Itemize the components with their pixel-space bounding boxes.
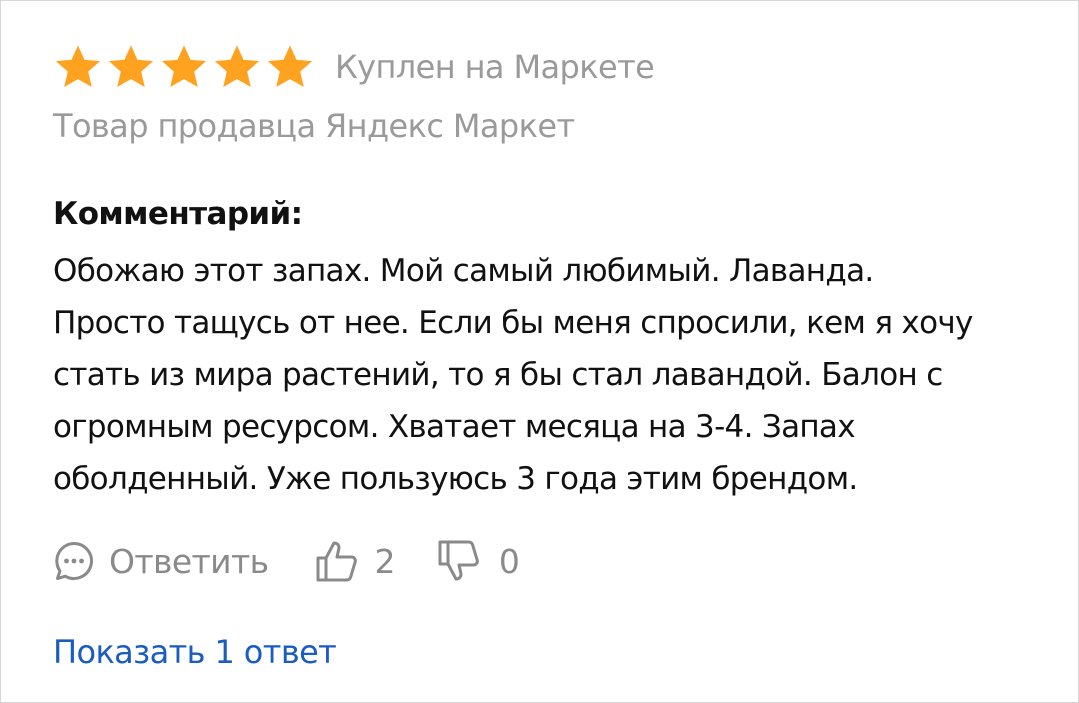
comment-line: Обожаю этот запах. Мой самый любимый. Ла… [53, 253, 874, 289]
bought-on-market-label: Куплен на Маркете [335, 48, 655, 86]
comment-text: Обожаю этот запах. Мой самый любимый. Ла… [53, 245, 1043, 505]
star-icon [214, 45, 260, 87]
dislike-button[interactable]: 0 [437, 539, 520, 583]
seller-label: Товар продавца Яндекс Маркет [53, 107, 575, 145]
comment-line: огромным ресурсом. Хватает месяца на 3-4… [53, 409, 856, 445]
comment-title: Комментарий: [53, 196, 303, 232]
dislikes-count: 0 [498, 541, 520, 581]
star-icon [55, 45, 101, 87]
like-button[interactable]: 2 [315, 539, 396, 583]
star-icon [267, 45, 313, 87]
review-card: Куплен на Маркете Товар продавца Яндекс … [0, 0, 1079, 703]
reply-button[interactable]: Ответить [53, 540, 269, 582]
review-actions: Ответить 2 0 [53, 533, 520, 589]
comment-line: оболденный. Уже пользуюсь 3 года этим бр… [53, 461, 858, 497]
show-replies-link[interactable]: Показать 1 ответ [53, 633, 337, 671]
thumbs-down-icon [438, 540, 479, 581]
comment-icon [55, 542, 93, 580]
likes-count: 2 [374, 541, 396, 581]
star-rating [53, 42, 315, 92]
star-icon [161, 45, 207, 87]
star-icon [108, 45, 154, 87]
comment-line: стать из мира растений, то я бы стал лав… [53, 357, 943, 393]
rating-row: Куплен на Маркете [53, 37, 655, 97]
thumbs-up-icon [316, 541, 357, 582]
comment-line: Просто тащусь от нее. Если бы меня спрос… [53, 305, 973, 341]
reply-label: Ответить [109, 541, 269, 581]
